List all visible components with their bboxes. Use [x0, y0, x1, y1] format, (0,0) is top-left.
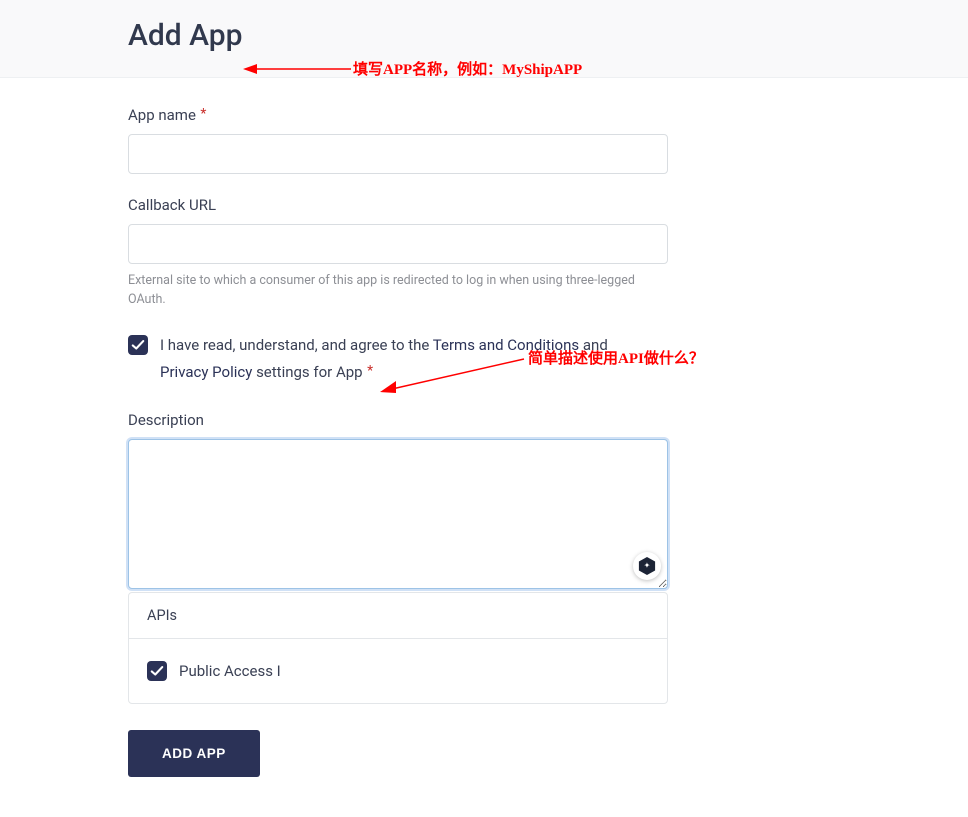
field-app-name: App name *: [128, 106, 796, 174]
required-star: *: [364, 363, 374, 379]
field-callback-url: Callback URL External site to which a co…: [128, 196, 796, 310]
callback-url-help: External site to which a consumer of thi…: [128, 272, 668, 310]
public-access-checkbox[interactable]: [147, 661, 167, 681]
agreement-text: I have read, understand, and agree to th…: [160, 332, 608, 388]
description-label: Description: [128, 411, 796, 429]
description-input[interactable]: [128, 439, 668, 589]
apis-panel: APIs Public Access I: [128, 592, 668, 704]
assistant-widget-icon[interactable]: ✦: [633, 552, 661, 580]
page-title: Add App: [128, 18, 796, 53]
field-description: Description: [128, 411, 796, 593]
public-access-label: Public Access I: [179, 662, 281, 680]
app-name-input[interactable]: [128, 134, 668, 174]
app-name-label: App name *: [128, 106, 796, 124]
required-star: *: [197, 106, 207, 122]
privacy-link[interactable]: Privacy Policy: [160, 363, 252, 381]
agreement-row: I have read, understand, and agree to th…: [128, 332, 796, 388]
check-icon: [150, 664, 164, 678]
terms-link[interactable]: Terms and Conditions: [433, 336, 579, 354]
callback-url-label: Callback URL: [128, 196, 796, 214]
agreement-checkbox[interactable]: [128, 335, 148, 355]
callback-url-input[interactable]: [128, 224, 668, 264]
apis-panel-header: APIs: [129, 593, 667, 639]
add-app-button[interactable]: ADD APP: [128, 730, 260, 777]
check-icon: [131, 338, 145, 352]
